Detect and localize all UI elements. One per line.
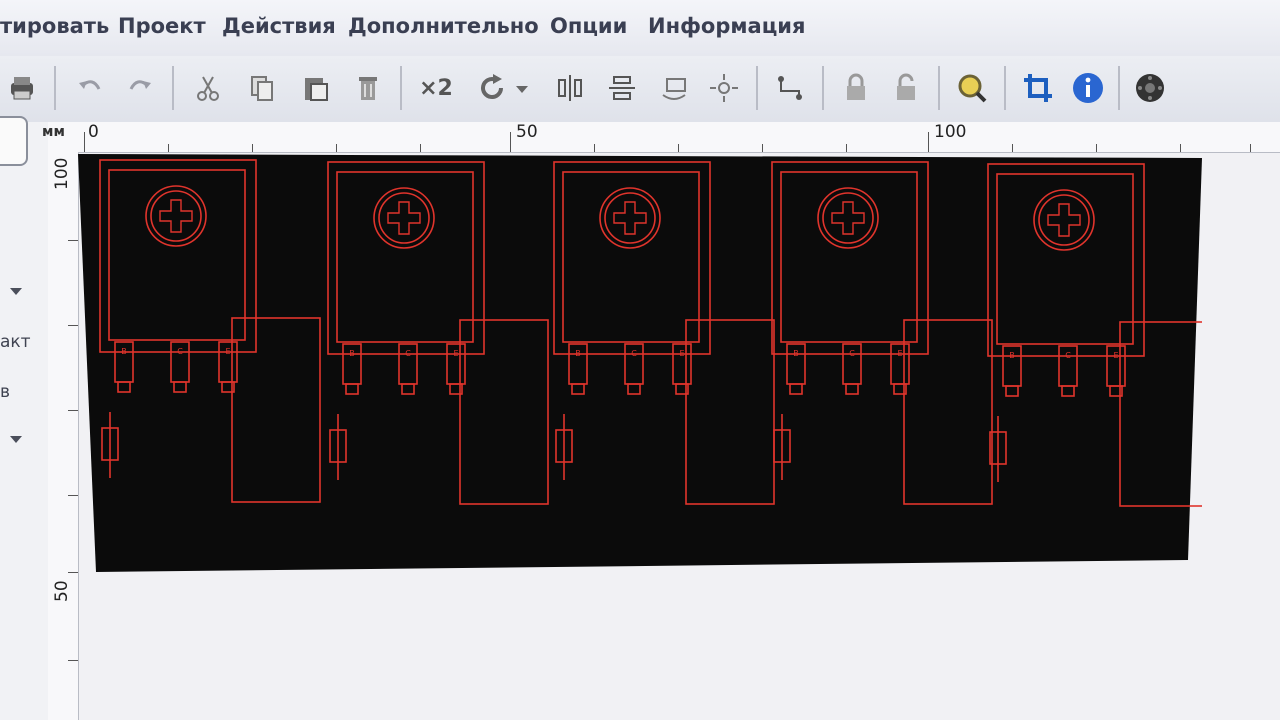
undo-icon[interactable] — [68, 66, 112, 110]
mirror-vertical-icon[interactable] — [600, 66, 644, 110]
toolbar-separator — [938, 66, 940, 110]
settings-icon[interactable] — [1128, 66, 1172, 110]
panel-label: в — [0, 382, 11, 402]
ruler-tick — [68, 660, 78, 661]
pad-label: C — [177, 347, 183, 356]
menu-actions[interactable]: Действия — [222, 14, 336, 38]
vertical-ruler — [48, 152, 79, 720]
toolbar-separator — [1004, 66, 1006, 110]
ruler-tick — [68, 410, 78, 411]
panel-tab[interactable] — [0, 116, 28, 166]
ruler-tick — [68, 495, 78, 496]
ruler-label: 0 — [88, 122, 99, 142]
pad-label: C — [631, 349, 637, 358]
menu-project[interactable]: Проект — [118, 14, 206, 38]
pad-label: E — [897, 349, 902, 358]
ruler-label: 50 — [52, 580, 72, 602]
menu-options[interactable]: Опции — [550, 14, 627, 38]
ruler-label: 100 — [934, 122, 967, 142]
pad-label: E — [453, 349, 458, 358]
menu-info[interactable]: Информация — [648, 14, 805, 38]
ruler-tick — [68, 572, 78, 573]
cut-icon[interactable] — [186, 66, 230, 110]
mirror-horizontal-icon[interactable] — [548, 66, 592, 110]
printer-icon[interactable] — [0, 66, 44, 110]
panel-label: акт — [0, 332, 31, 352]
redo-icon[interactable] — [118, 66, 162, 110]
pad-label: B — [575, 349, 581, 358]
delete-icon[interactable] — [346, 66, 390, 110]
paste-icon[interactable] — [294, 66, 338, 110]
pad-label: E — [1113, 351, 1118, 360]
crop-icon[interactable] — [1016, 66, 1060, 110]
pad-label: C — [849, 349, 855, 358]
connection-icon[interactable] — [768, 66, 812, 110]
toolbar-separator — [400, 66, 402, 110]
toolbar-separator — [1118, 66, 1120, 110]
pcb-board[interactable]: BCEBCEBCEBCEBCE — [78, 148, 1202, 572]
lock-icon[interactable] — [834, 66, 878, 110]
ruler-tick — [1250, 144, 1251, 152]
duplicate-x2-icon[interactable]: ×2 — [414, 66, 458, 110]
toolbar: ×2 — [0, 56, 1280, 123]
pad-label: B — [1009, 351, 1015, 360]
ruler-tick — [68, 240, 78, 241]
flip-icon[interactable] — [652, 66, 696, 110]
unlock-icon[interactable] — [884, 66, 928, 110]
ruler-unit: мм — [42, 124, 65, 140]
toolbar-separator — [54, 66, 56, 110]
zoom-icon[interactable] — [950, 66, 994, 110]
toolbar-separator — [822, 66, 824, 110]
chevron-down-icon[interactable] — [10, 436, 22, 443]
toolbar-separator — [756, 66, 758, 110]
left-panel: акт в — [0, 116, 49, 720]
menu-edit[interactable]: тировать — [0, 14, 109, 38]
pad-label: B — [121, 347, 127, 356]
info-icon[interactable] — [1066, 66, 1110, 110]
pad-label: B — [793, 349, 799, 358]
pad-label: E — [679, 349, 684, 358]
pad-label: C — [405, 349, 411, 358]
rotate-dropdown-icon[interactable] — [510, 66, 534, 110]
menu-extra[interactable]: Дополнительно — [348, 14, 539, 38]
chevron-down-icon[interactable] — [10, 288, 22, 295]
pad-label: C — [1065, 351, 1071, 360]
snap-icon[interactable] — [702, 66, 746, 110]
rotate-icon[interactable] — [470, 66, 514, 110]
copy-icon[interactable] — [240, 66, 284, 110]
ruler-label: 100 — [52, 157, 72, 190]
menu-bar: тировать Проект Действия Дополнительно О… — [0, 0, 1280, 56]
pad-label: E — [225, 347, 230, 356]
pad-label: B — [349, 349, 355, 358]
toolbar-separator — [172, 66, 174, 110]
ruler-label: 50 — [516, 122, 538, 142]
ruler-tick — [68, 325, 78, 326]
